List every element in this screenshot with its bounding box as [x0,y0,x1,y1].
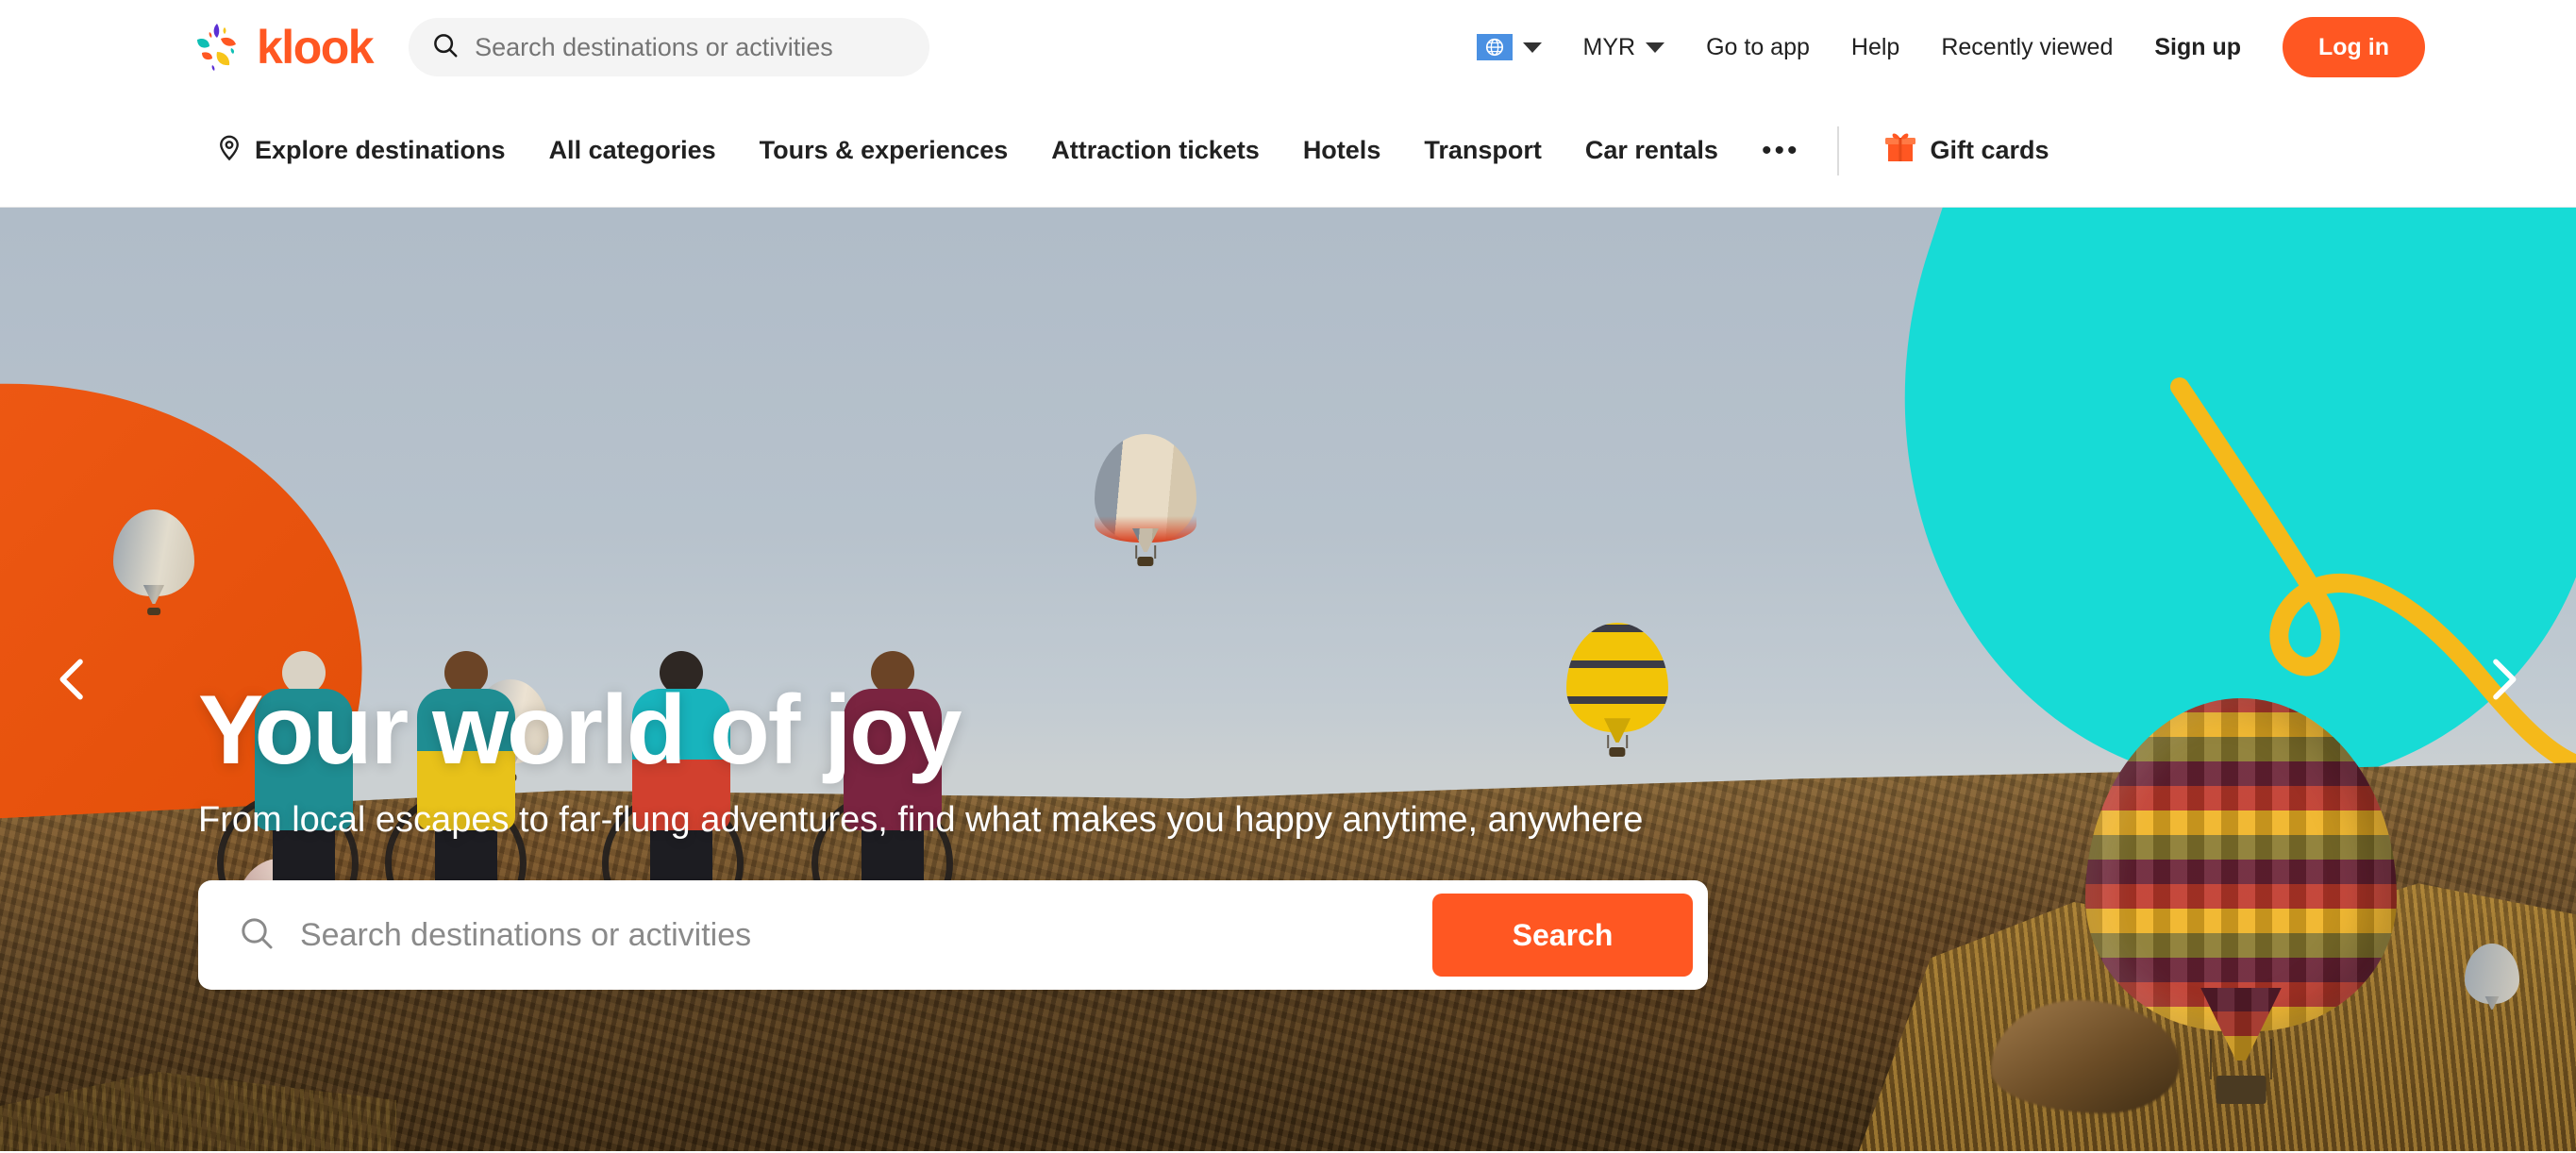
gift-cards-label: Gift cards [1930,136,2049,164]
hero-search-bar[interactable]: Search destinations or activities Search [198,880,1708,991]
klook-logo-mark [189,20,243,75]
nav-divider [1837,125,1840,175]
hero-search-button[interactable]: Search [1432,894,1693,978]
header-search-placeholder: Search destinations or activities [475,32,833,61]
currency-selector[interactable]: MYR [1563,34,1686,61]
carousel-next-button[interactable] [2459,636,2546,723]
chevron-left-icon [59,659,83,700]
hot-air-balloon-small-3 [2465,944,2519,1017]
header-search-input[interactable]: Search destinations or activities [409,18,930,76]
hero-subtitle: From local escapes to far-flung adventur… [198,800,1644,841]
nav-link-recently-viewed[interactable]: Recently viewed [1920,34,2133,61]
hot-air-balloon-large [2085,698,2397,1104]
gift-box-icon [1882,130,1918,171]
chevron-down-icon [1646,42,1665,53]
hero-banner: Your world of joy From local escapes to … [0,208,2576,1151]
klook-logo[interactable]: klook [189,20,375,75]
nav-item-gift-cards[interactable]: Gift cards [1882,130,2049,171]
globe-icon [1476,34,1513,60]
login-button[interactable]: Log in [2283,17,2425,77]
language-selector[interactable] [1456,34,1563,60]
hero-search-placeholder: Search destinations or activities [300,916,752,953]
nav-item-transport[interactable]: Transport [1424,136,1542,165]
explore-destinations-label: Explore destinations [255,136,506,164]
location-pin-icon [215,133,243,168]
nav-item-hotels[interactable]: Hotels [1303,136,1381,165]
chevron-right-icon [2493,659,2517,700]
nav-link-go-to-app[interactable]: Go to app [1685,34,1831,61]
header-right-nav: MYR Go to app Help Recently viewed Sign … [1456,17,2425,77]
klook-logo-text: klook [257,21,375,74]
category-nav: Explore destinations All categories Tour… [0,94,2576,208]
nav-item-tours-experiences[interactable]: Tours & experiences [760,136,1009,165]
more-categories-button[interactable]: ••• [1762,136,1800,164]
sidebar-item-explore-destinations[interactable]: Explore destinations [215,133,506,168]
hero-title: Your world of joy [198,676,962,785]
search-icon [238,914,276,957]
hero-content: Your world of joy From local escapes to … [198,676,1991,991]
nav-item-all-categories[interactable]: All categories [549,136,716,165]
nav-link-help[interactable]: Help [1831,34,1920,61]
hot-air-balloon-small-1 [113,510,194,615]
chevron-down-icon [1522,42,1542,53]
nav-item-car-rentals[interactable]: Car rentals [1585,136,1718,165]
nav-item-attraction-tickets[interactable]: Attraction tickets [1051,136,1260,165]
currency-label: MYR [1582,33,1636,60]
search-icon [431,31,460,64]
nav-link-sign-up[interactable]: Sign up [2133,34,2262,61]
carousel-prev-button[interactable] [30,636,117,723]
top-header: klook Search destinations or activities [0,0,2576,94]
hot-air-balloon-cream [1095,434,1196,566]
